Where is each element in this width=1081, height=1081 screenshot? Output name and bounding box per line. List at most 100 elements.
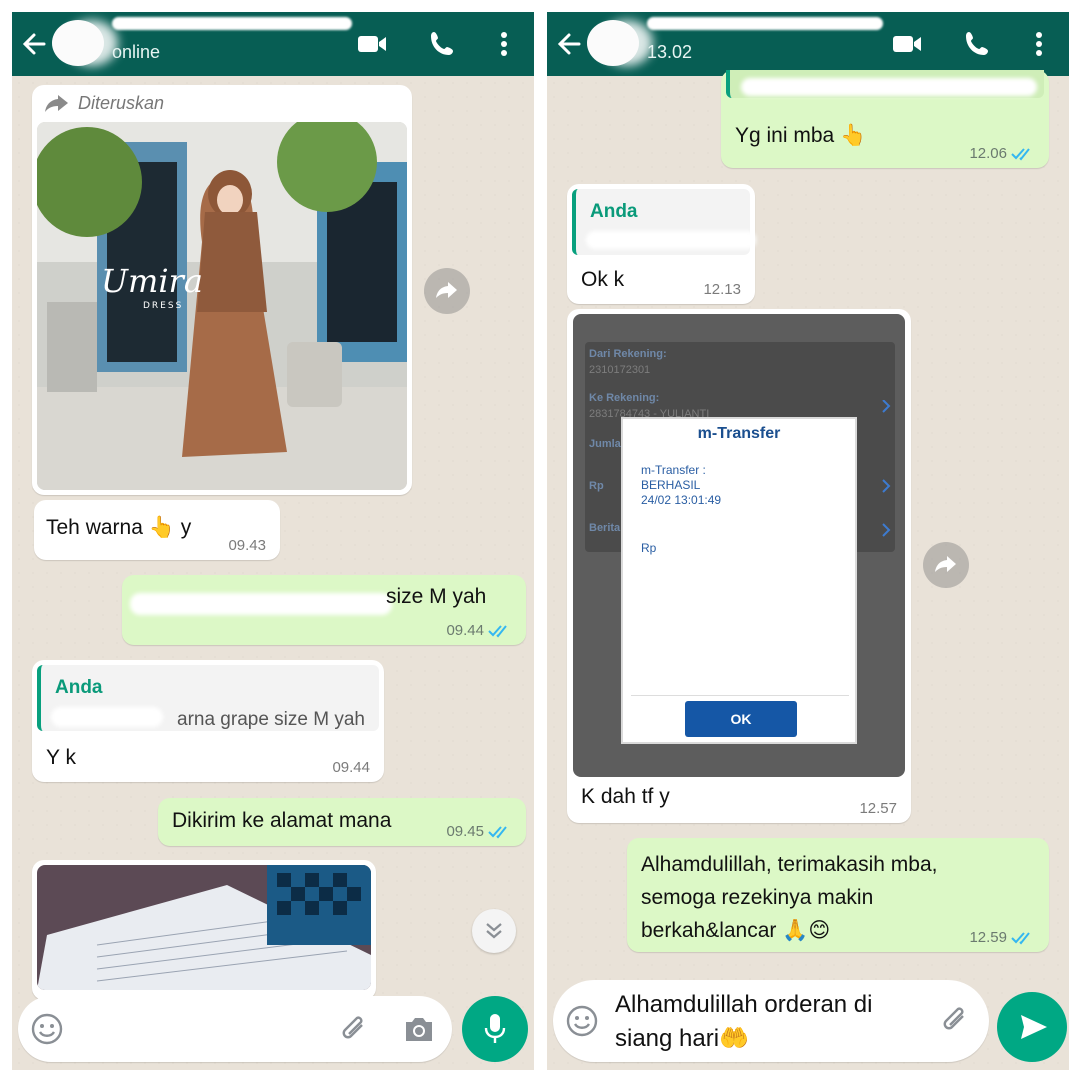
- contact-status: online: [112, 42, 161, 62]
- dialog-line: m-Transfer :: [641, 463, 706, 477]
- redacted-text: [130, 593, 392, 615]
- scroll-to-bottom-button[interactable]: [472, 909, 516, 953]
- redacted-text: [663, 539, 743, 553]
- video-call-icon[interactable]: [891, 28, 923, 60]
- to-account-label: Ke Rekening:: [589, 392, 660, 404]
- emoji-icon[interactable]: [30, 1012, 64, 1046]
- attach-icon[interactable]: [939, 1004, 973, 1038]
- message-label: Berita: [589, 522, 621, 534]
- chat-screen-right: 13.02 Yg ini mba 👆 12.06 Anda Ok k 12.13…: [547, 12, 1069, 1070]
- transfer-success-dialog: m-Transfer m-Transfer : BERHASIL 24/02 1…: [621, 417, 857, 744]
- transfer-receipt-image[interactable]: Dari Rekening: 2310172301 Ke Rekening: 2…: [573, 314, 905, 777]
- message-text: Yg ini mba 👆: [735, 124, 867, 147]
- forward-button[interactable]: [923, 542, 969, 588]
- contact-name-redacted[interactable]: [647, 17, 883, 30]
- brand-sub: DRESS: [143, 301, 183, 311]
- forwarded-label: Diteruskan: [78, 93, 165, 113]
- message-time: 09.44: [446, 622, 512, 639]
- attach-icon[interactable]: [338, 1013, 372, 1047]
- chevron-down-icon: [486, 923, 502, 939]
- from-account-value: 2310172301: [589, 364, 651, 376]
- currency-label: Rp: [589, 480, 604, 492]
- dialog-title: m-Transfer: [697, 425, 781, 442]
- message-composer[interactable]: [18, 996, 452, 1062]
- redacted-text: [586, 231, 756, 249]
- message-time: 12.57: [859, 800, 897, 817]
- message-composer[interactable]: Alhamdulillah orderan di siang hari🤲: [553, 980, 989, 1062]
- message-time: 09.43: [228, 537, 266, 554]
- message-time: 09.45: [446, 823, 512, 840]
- draft-line: siang hari🤲: [615, 1025, 749, 1052]
- dialog-amount: Rp: [641, 541, 657, 555]
- camera-icon[interactable]: [402, 1013, 436, 1045]
- message-bubble-outgoing[interactable]: Dikirim ke alamat mana 09.45: [158, 798, 526, 846]
- message-text: Dikirim ke alamat mana: [172, 809, 392, 832]
- read-receipt-icon: [1011, 147, 1030, 160]
- chevron-right-icon: [882, 400, 891, 537]
- divider: [631, 695, 849, 696]
- reply-message-bubble[interactable]: Anda Ok k 12.13: [567, 184, 756, 304]
- back-arrow-icon[interactable]: [18, 24, 50, 64]
- voice-call-icon[interactable]: [426, 28, 458, 60]
- message-time: 12.06: [969, 145, 1035, 162]
- dress-photo[interactable]: Umira DRESS: [37, 122, 407, 490]
- message-input[interactable]: Alhamdulillah orderan di siang hari🤲: [615, 988, 872, 1056]
- voice-message-button[interactable]: [462, 996, 528, 1062]
- message-text: Teh warna 👆 y: [46, 516, 192, 539]
- message-bubble-incoming[interactable]: Teh warna 👆 y 09.43: [34, 500, 280, 560]
- amount-label: Jumla: [589, 438, 621, 450]
- forwarded-photo-message[interactable]: Diteruskan Umira DRESS: [32, 85, 412, 495]
- reply-message-bubble[interactable]: Anda arna grape size M yah Y k 09.44: [32, 660, 384, 782]
- chat-screen-left: online Diteruskan Umira DRESS Teh warna …: [12, 12, 534, 1070]
- share-arrow-icon: [935, 556, 956, 572]
- avatar[interactable]: [52, 20, 104, 66]
- read-receipt-icon: [488, 624, 507, 637]
- message-time: 09.44: [332, 759, 370, 776]
- chat-header: online: [12, 12, 534, 76]
- microphone-icon: [484, 1014, 506, 1043]
- dialog-timestamp: 24/02 13:01:49: [641, 493, 722, 507]
- send-button[interactable]: [997, 992, 1067, 1062]
- photo-message[interactable]: [32, 860, 376, 1000]
- message-bubble-outgoing[interactable]: size M yah 09.44: [122, 575, 526, 645]
- quoted-sender: Anda: [590, 201, 638, 222]
- from-account-label: Dari Rekening:: [589, 348, 667, 360]
- message-bubble-outgoing[interactable]: Alhamdulillah, terimakasih mba, semoga r…: [627, 838, 1049, 952]
- voice-call-icon[interactable]: [961, 28, 993, 60]
- emoji-icon[interactable]: [565, 1004, 599, 1038]
- transfer-screenshot-message[interactable]: Dari Rekening: 2310172301 Ke Rekening: 2…: [567, 309, 911, 823]
- read-receipt-icon: [488, 825, 507, 838]
- redacted-text: [635, 513, 785, 527]
- quoted-text: arna grape size M yah: [177, 709, 365, 730]
- message-text: K dah tf y: [581, 785, 670, 808]
- dialog-status: BERHASIL: [641, 478, 701, 492]
- back-arrow-icon[interactable]: [553, 24, 585, 64]
- last-seen-status: 13.02: [647, 42, 693, 62]
- message-text-line: Alhamdulillah, terimakasih mba,: [641, 853, 938, 876]
- draft-line: Alhamdulillah orderan di: [615, 991, 873, 1018]
- paper-photo[interactable]: [37, 865, 371, 990]
- message-bubble-outgoing[interactable]: Yg ini mba 👆 12.06: [721, 70, 1049, 168]
- message-time: 12.13: [703, 281, 741, 298]
- video-call-icon[interactable]: [356, 28, 388, 60]
- redacted-text: [741, 78, 1037, 96]
- quoted-message[interactable]: Anda arna grape size M yah: [37, 665, 379, 731]
- message-text-line: semoga rezekinya makin: [641, 886, 874, 909]
- forward-button[interactable]: [424, 268, 470, 314]
- chat-header: 13.02: [547, 12, 1069, 76]
- contact-name-redacted[interactable]: [112, 17, 352, 30]
- more-options-icon[interactable]: [1023, 28, 1055, 60]
- message-text: Y k: [46, 746, 76, 769]
- quoted-message[interactable]: Anda: [572, 189, 756, 255]
- message-time: 12.59: [969, 929, 1035, 946]
- redacted-text: [51, 707, 163, 727]
- share-arrow-icon: [436, 282, 457, 298]
- read-receipt-icon: [1011, 931, 1030, 944]
- message-text: Ok k: [581, 268, 625, 291]
- avatar[interactable]: [587, 20, 639, 66]
- quoted-sender: Anda: [55, 677, 103, 698]
- ok-button[interactable]: OK: [685, 701, 797, 737]
- forwarded-icon: [45, 95, 68, 112]
- more-options-icon[interactable]: [488, 28, 520, 60]
- message-text: size M yah: [386, 585, 487, 608]
